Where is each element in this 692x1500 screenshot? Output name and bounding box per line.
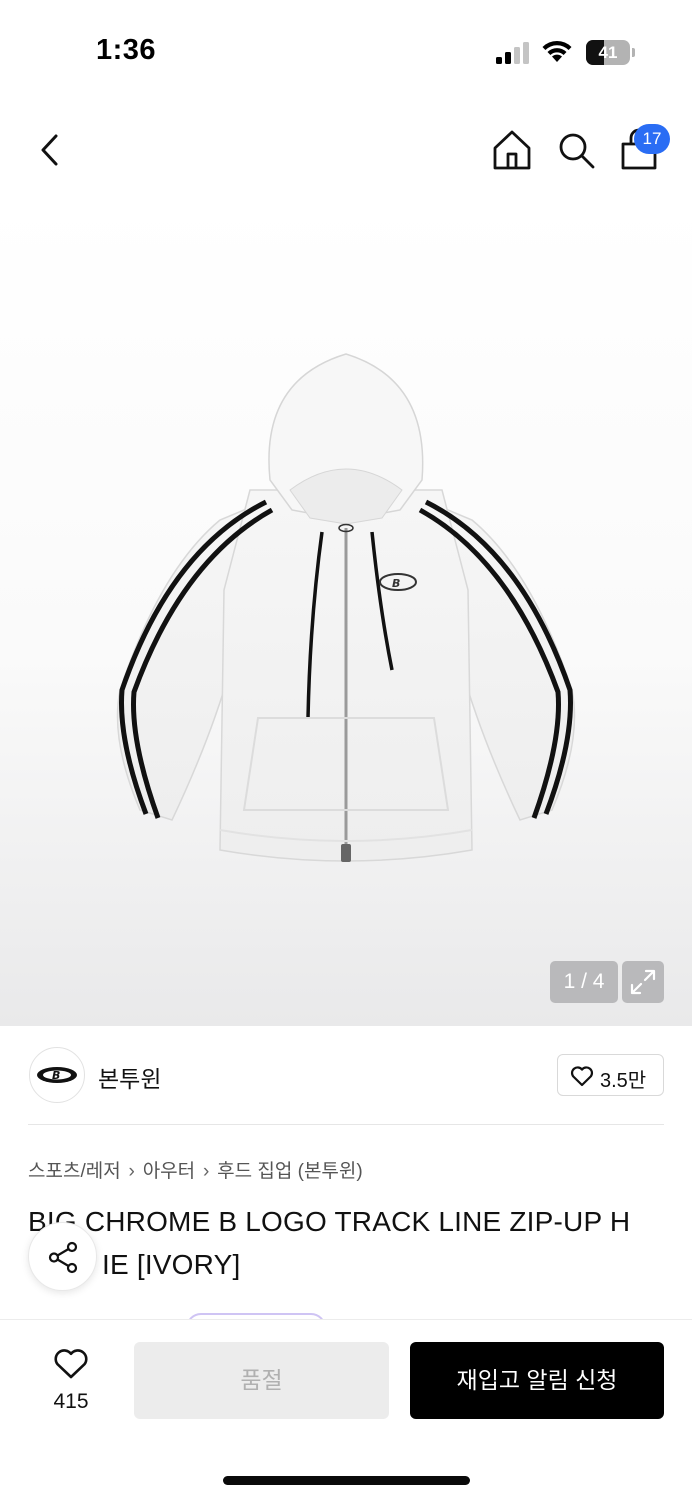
breadcrumb: 스포츠/레저 › 아우터 › 후드 집업 (본투윈) [28,1156,363,1183]
brand-like-count: 3.5만 [600,1070,647,1092]
wifi-icon [542,40,572,62]
bottom-action-bar: 415 품절 재입고 알림 신청 [0,1319,692,1500]
brand-name[interactable]: 본투윈 [98,1060,161,1094]
battery-indicator: 41 [586,40,636,65]
divider [28,1124,664,1125]
chevron-left-icon [41,134,58,166]
back-button[interactable] [28,126,72,174]
battery-tip [632,48,635,57]
product-title: BIG CHROME B LOGO TRACK LINE ZIP-UP H IE… [28,1200,668,1286]
home-icon [493,130,531,170]
brand-like-button[interactable]: 3.5만 [557,1054,664,1096]
home-indicator[interactable] [223,1476,470,1485]
image-page-indicator: 1 / 4 [550,961,618,1003]
brand-row: B 본투윈 3.5만 [0,1026,692,1126]
product-image-gallery[interactable]: B 1 / 4 [0,200,692,1026]
share-icon [48,1241,78,1274]
heart-outline-icon [570,1066,594,1087]
chevron-right-icon: › [128,1161,135,1182]
battery-level: 41 [598,43,618,62]
status-time: 1:36 [96,34,157,66]
wishlist-count: 415 [53,1390,89,1413]
expand-icon [630,969,656,995]
battery-body: 41 [586,40,630,65]
restock-alert-button[interactable]: 재입고 알림 신청 [410,1342,664,1419]
cart-count-badge: 17 [634,124,670,154]
svg-text:B: B [52,1069,60,1082]
search-icon [559,133,595,169]
wishlist-button[interactable]: 415 [36,1344,106,1414]
heart-outline-icon [54,1349,88,1379]
search-button[interactable] [554,126,598,174]
svg-text:B: B [392,577,400,590]
product-image: B [116,353,576,862]
breadcrumb-item-outer[interactable]: 아우터 [143,1156,195,1183]
brand-logo[interactable]: B [29,1047,85,1103]
status-bar: 1:36 41 [0,0,692,100]
top-navigation [0,100,692,200]
brand-logo-mark: B [37,1067,77,1083]
home-button[interactable] [490,126,534,174]
breadcrumb-item-hood-zipup[interactable]: 후드 집업 (본투윈) [217,1156,363,1183]
breadcrumb-item-category[interactable]: 스포츠/레저 [28,1156,121,1183]
share-button[interactable] [28,1222,97,1291]
expand-image-button[interactable] [622,961,664,1003]
soldout-button[interactable]: 품절 [134,1342,389,1419]
product-title-line-1: BIG CHROME B LOGO TRACK LINE ZIP-UP H [28,1206,631,1237]
cellular-signal-icon [496,42,529,64]
chevron-right-icon: › [202,1161,210,1182]
product-title-line-2: IE [IVORY] [102,1249,241,1280]
